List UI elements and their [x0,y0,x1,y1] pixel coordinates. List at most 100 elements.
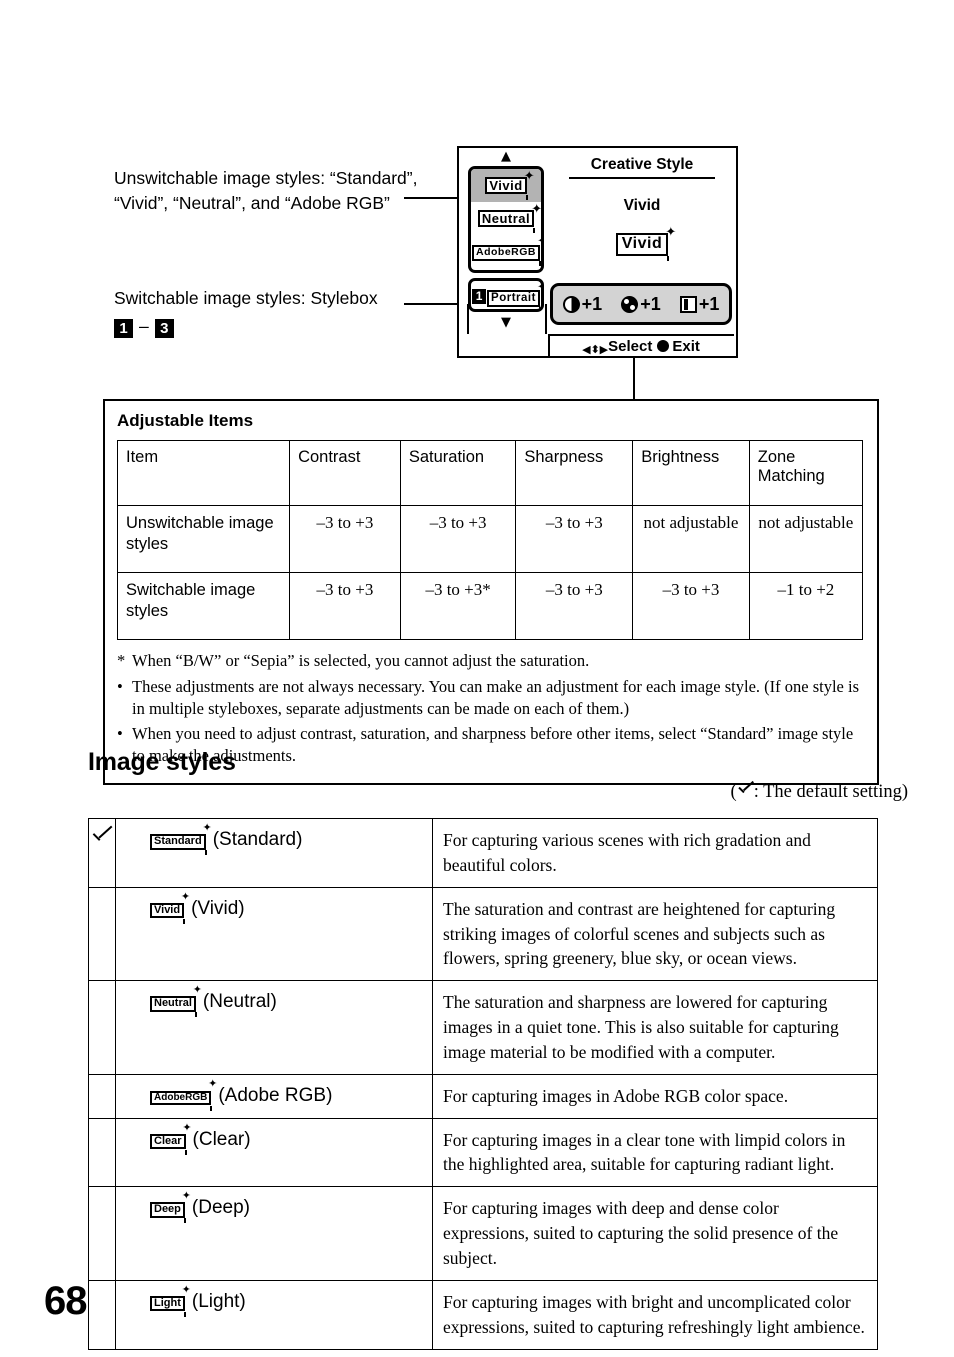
chip-neutral: Neutral ✦ [477,203,541,233]
sharpness-icon [679,295,697,313]
default-marker-cell [88,1117,116,1188]
default-marker-cell [88,1073,116,1119]
contrast-icon [562,295,580,313]
saturation-icon [621,295,639,313]
chip-label: Light [150,1295,185,1312]
saturation-value: +1 [640,293,661,314]
chip-label: Portrait [487,290,540,307]
style-name-cell-light: Light ✦ (Light) [115,1279,433,1350]
chip-tick-mark [538,306,541,309]
style-name-cell-vivid: Vivid ✦ (Vivid) [115,886,433,982]
cell-unswitchable-contrast: –3 to +3 [289,505,401,573]
column-header-saturation: Saturation [399,440,517,506]
style-description-deep: For capturing images with deep and dense… [432,1186,878,1281]
style-plus-icon: ✦ [531,201,543,217]
style-description-neutral: The saturation and sharpness are lowered… [432,980,878,1075]
chip-label: Vivid [150,902,185,919]
adjustment-contrast[interactable]: +1 [562,293,603,315]
style-plus-icon: ✦ [208,1076,218,1090]
chip-tick-mark [210,1105,213,1111]
style-name-light: (Light) [191,1290,246,1312]
style-plus-icon: ✦ [181,1282,191,1296]
table-row: Unswitchable image styles –3 to +3 –3 to… [116,505,864,573]
chip-adobergb: AdobeRGB ✦ [150,1078,217,1111]
default-marker-cell [88,1279,116,1350]
chip-tick-mark [667,255,670,261]
style-name-neutral: (Neutral) [202,991,277,1013]
style-name-cell-clear: Clear ✦ (Clear) [115,1117,433,1188]
adjustment-saturation[interactable]: +1 [621,294,661,315]
chip-label: Neutral [477,209,535,228]
chip-vivid: Vivid ✦ [485,170,535,200]
style-plus-icon: ✦ [182,1120,192,1134]
chip-vivid: Vivid ✦ [150,891,190,924]
note-text: When “B/W” or “Sepia” is selected, you c… [132,651,590,670]
style-list-item-neutral[interactable]: Neutral ✦ [471,202,541,235]
note-item: • These adjustments are not always neces… [117,676,859,720]
lcd-title-underline [569,177,715,179]
style-name-standard: (Standard) [212,829,303,850]
sharpness-value: +1 [698,293,720,314]
style-list-item-portrait[interactable]: 1Portrait ✦ [471,281,541,309]
adjustment-values-bar[interactable]: +1 +1 +1 [550,283,732,325]
chip-standard: Standard ✦ [150,822,212,855]
default-marker-cell [88,980,116,1075]
chip-label: AdobeRGB [472,245,540,261]
style-plus-icon: ✦ [192,983,202,997]
chip-tick-mark [533,227,536,233]
chip-label: Deep [150,1202,185,1218]
chip-label: Vivid [485,176,527,195]
chip-tick-mark [184,1149,187,1155]
table-row: Standard ✦ (Standard) For capturing vari… [88,818,878,888]
default-marker-cell [88,1186,116,1281]
stylebox-dash: – [139,316,149,336]
callout-switchable-styles: Switchable image styles: Stylebox 1–3 [114,286,434,339]
adjustment-sharpness[interactable]: +1 [679,293,720,315]
creative-style-list: ▲ Vivid ✦ Neutral ✦ AdobeRGB ✦ [468,150,544,329]
style-plus-icon: ✦ [202,821,212,834]
style-name-adobergb: (Adobe RGB) [218,1084,333,1106]
legend-text: : The default setting) [753,782,908,802]
style-description-adobergb: For capturing images in Adobe RGB color … [432,1073,878,1119]
callout-unswitchable-text: Unswitchable image styles: “Standard”, “… [114,168,418,213]
scroll-down-arrow-icon: ▼ [501,315,511,330]
default-setting-legend: (: The default setting) [731,782,908,803]
note-marker: * [117,651,126,670]
adjustable-items-panel: Adjustable Items Item Contrast Saturatio… [103,399,879,785]
style-name-cell-adobergb: AdobeRGB ✦ (Adobe RGB) [115,1073,433,1119]
table-row: Deep ✦ (Deep) For capturing images with … [88,1186,878,1281]
chip-label: Vivid [615,233,669,256]
style-name-cell-deep: Deep ✦ (Deep) [115,1186,433,1281]
style-plus-icon: ✦ [537,281,541,294]
default-marker-cell [88,886,116,982]
contrast-value: +1 [581,293,603,314]
note-text: These adjustments are not always necessa… [132,676,859,718]
style-list-item-adobergb[interactable]: AdobeRGB ✦ [471,235,541,268]
select-label: Select [608,338,653,355]
style-name-cell-neutral: Neutral ✦ (Neutral) [115,980,433,1075]
lcd-current-style-name: Vivid [623,197,661,214]
cell-switchable-saturation: –3 to +3* [399,572,517,640]
stylebox-badge-1: 1 [114,319,133,338]
default-check-icon [92,829,112,847]
chip-label: Clear [150,1133,186,1150]
chip-portrait: 1Portrait ✦ [472,281,541,309]
unswitchable-style-group: Vivid ✦ Neutral ✦ AdobeRGB ✦ [468,166,544,273]
callout-unswitchable-styles: Unswitchable image styles: “Standard”, “… [114,166,424,216]
note-marker: • [117,676,123,696]
style-description-clear: For capturing images in a clear tone wit… [432,1117,878,1188]
table-row: AdobeRGB ✦ (Adobe RGB) For capturing ima… [88,1073,878,1119]
chip-clear: Clear ✦ [150,1122,192,1155]
style-plus-icon: ✦ [523,168,535,184]
style-plus-icon: ✦ [665,225,677,240]
image-styles-table: Standard ✦ (Standard) For capturing vari… [88,818,878,1350]
style-list-item-vivid[interactable]: Vivid ✦ [471,169,541,202]
chip-tick-mark [539,260,541,266]
column-header-brightness: Brightness [632,440,750,506]
chip-tick-mark [183,918,186,924]
cell-unswitchable-sharpness: –3 to +3 [515,505,634,573]
chip-light: Light ✦ [150,1284,191,1317]
cell-switchable-contrast: –3 to +3 [289,572,401,640]
style-description-light: For capturing images with bright and unc… [432,1279,878,1350]
chip-adobergb: AdobeRGB ✦ [472,235,541,266]
